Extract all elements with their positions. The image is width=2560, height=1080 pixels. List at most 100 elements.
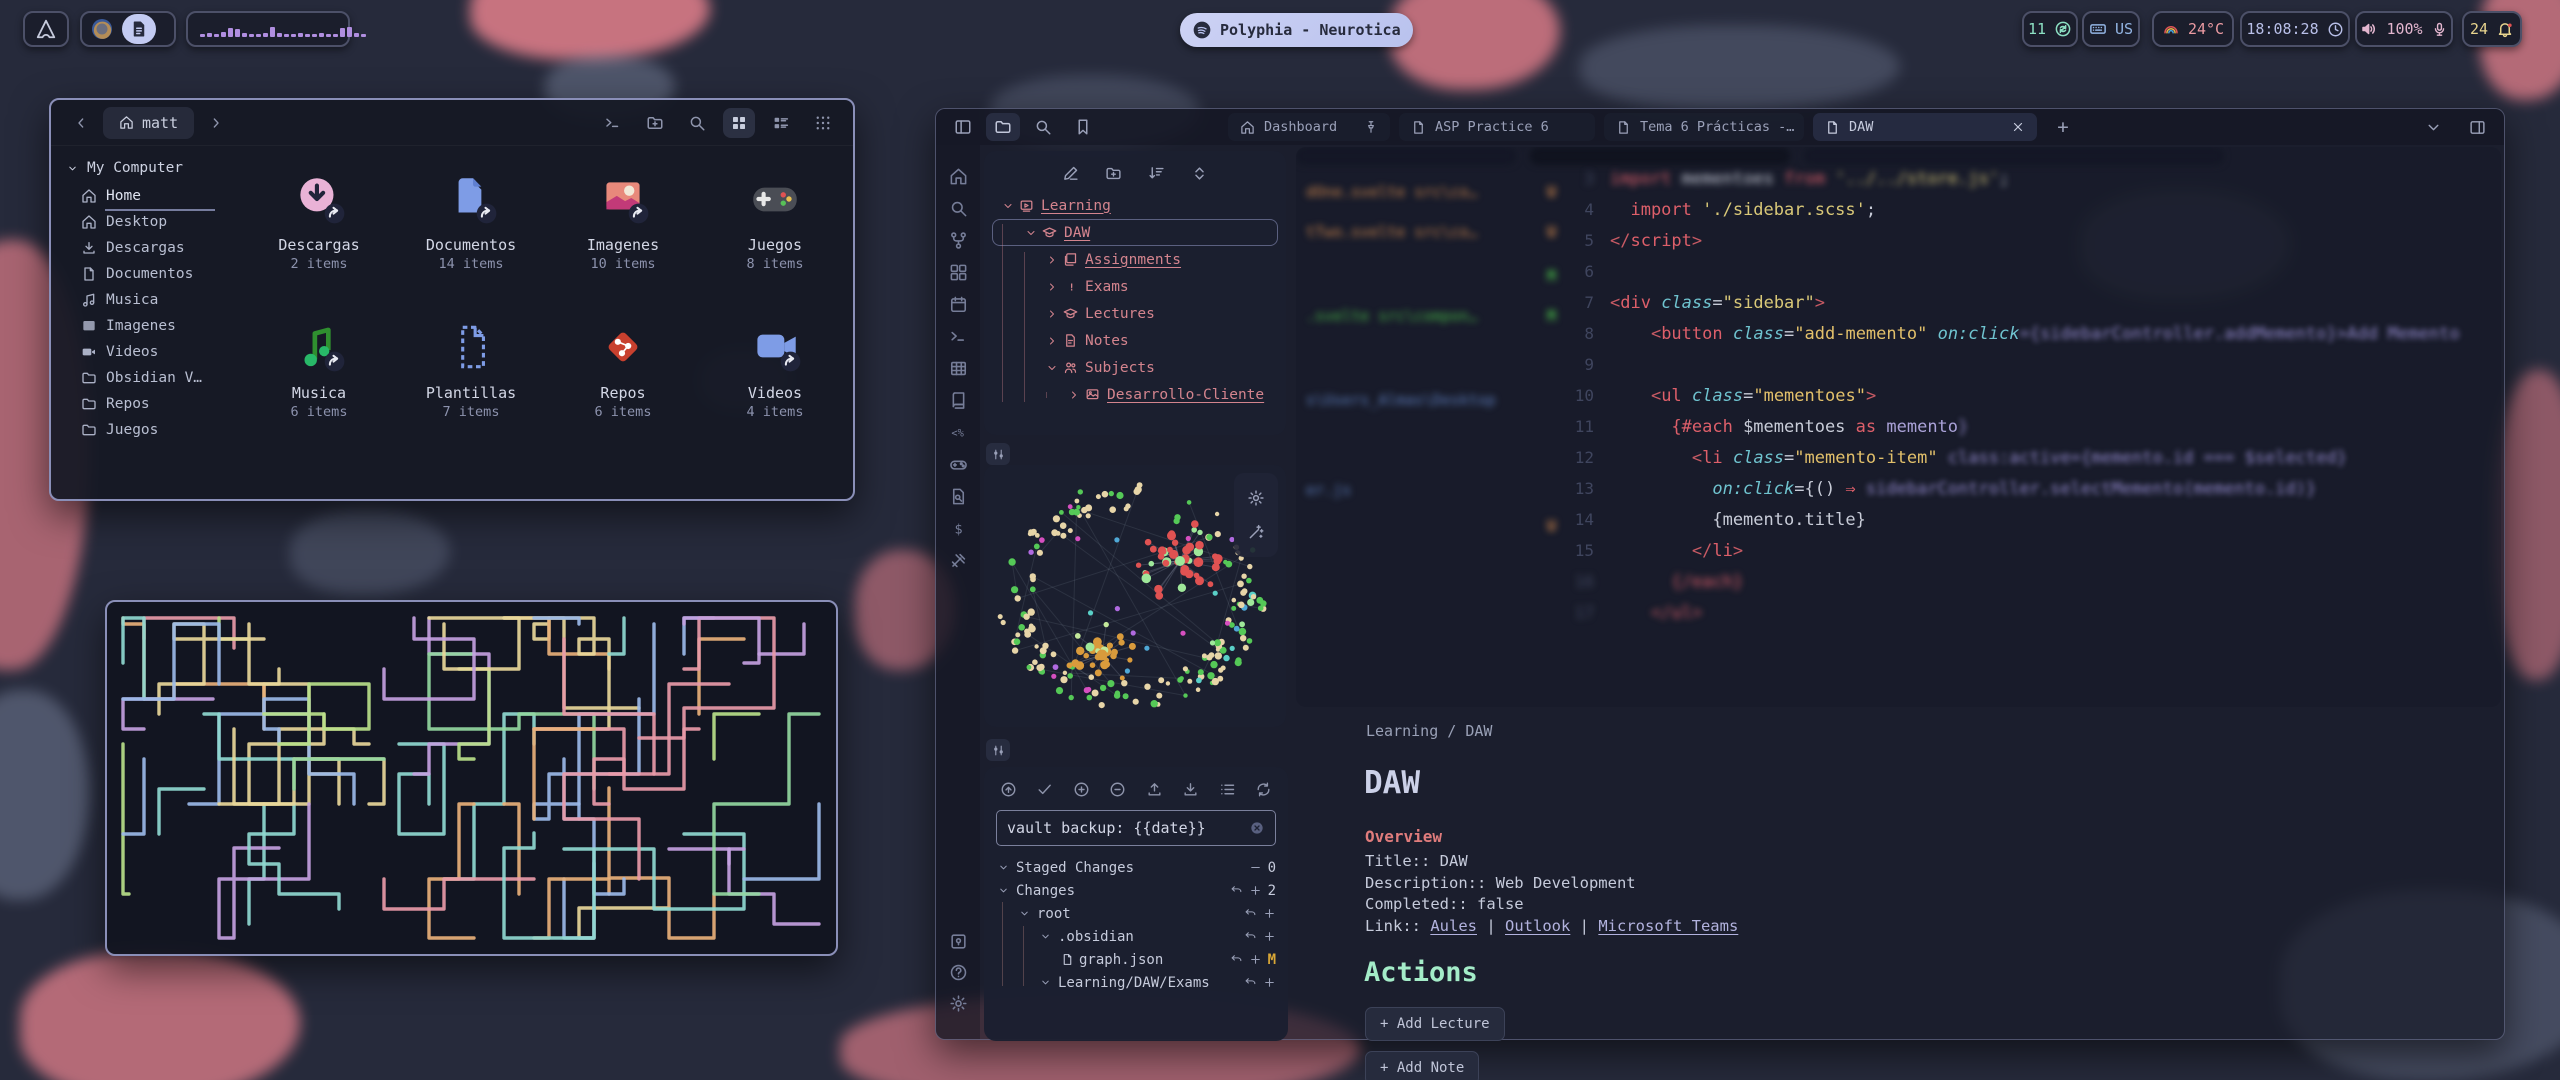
undo-action-icon[interactable] <box>1230 953 1243 966</box>
link-aules[interactable]: Aules <box>1430 917 1477 935</box>
search-button[interactable] <box>681 108 713 138</box>
collapsed-panel-button[interactable] <box>986 443 1010 465</box>
ribbon-code-template-icon[interactable]: <% <box>949 423 968 442</box>
tray-keyboard-layout[interactable]: US <box>2082 11 2140 47</box>
folder-videos[interactable]: Videos 4 items <box>699 318 851 466</box>
active-document-app[interactable] <box>122 14 156 44</box>
tree-item-notes[interactable]: Notes <box>992 327 1278 354</box>
ribbon-dollar-icon[interactable]: $ <box>949 519 968 538</box>
tree-item-subjects[interactable]: Subjects <box>992 354 1278 381</box>
folder-imagenes[interactable]: Imagenes 10 items <box>547 170 699 318</box>
git-commit-push-button[interactable] <box>1000 781 1017 798</box>
forward-button[interactable] <box>200 108 232 138</box>
breadcrumb[interactable]: matt <box>103 107 194 139</box>
folder-descargas[interactable]: Descargas 2 items <box>243 170 395 318</box>
git-check-button[interactable] <box>1036 781 1053 798</box>
sidebar-item-descargas[interactable]: Descargas <box>81 240 229 256</box>
git-row-changes[interactable]: Changes 2 <box>998 879 1288 902</box>
app-launcher-button[interactable] <box>23 11 69 47</box>
folder-button[interactable] <box>986 113 1020 141</box>
add-note-button[interactable]: + Add Note <box>1365 1051 1479 1080</box>
sidebar-item-home[interactable]: Home <box>81 188 229 204</box>
tab-daw[interactable]: DAW <box>1813 113 2037 141</box>
folder-documentos[interactable]: Documentos 14 items <box>395 170 547 318</box>
git-download-button[interactable] <box>1182 781 1199 798</box>
sidebar-item-imagenes[interactable]: Imagenes <box>81 318 229 334</box>
git-refresh-button[interactable] <box>1255 781 1272 798</box>
graph-wand-button[interactable] <box>1247 523 1265 541</box>
ribbon-terminal-icon[interactable] <box>949 327 968 346</box>
collapsed-panel-button-2[interactable] <box>986 739 1010 761</box>
ribbon-home-icon[interactable] <box>949 167 968 186</box>
pin-icon[interactable] <box>1364 120 1378 134</box>
ribbon-tools-icon[interactable] <box>949 551 968 570</box>
firefox-icon[interactable] <box>90 17 114 41</box>
add-lecture-button[interactable]: + Add Lecture <box>1365 1007 1505 1041</box>
folder-plus-button[interactable] <box>639 108 671 138</box>
git-row-staged-changes[interactable]: Staged Changes 0 <box>998 856 1288 879</box>
terminal-button[interactable] <box>597 108 629 138</box>
sidebar-item-desktop[interactable]: Desktop <box>81 214 229 230</box>
tree-item-assignments[interactable]: Assignments <box>992 246 1278 273</box>
plus-action-icon[interactable] <box>1249 953 1262 966</box>
git-upload-button[interactable] <box>1146 781 1163 798</box>
note-breadcrumb[interactable]: Learning / DAW <box>1366 721 1492 740</box>
tab-asp-practice-6[interactable]: ASP Practice 6 <box>1399 113 1595 141</box>
folder-musica[interactable]: Musica 6 items <box>243 318 395 466</box>
ribbon-git-graph-icon[interactable] <box>949 231 968 250</box>
git-plus-circle-button[interactable] <box>1073 781 1090 798</box>
plus-action-icon[interactable] <box>1263 976 1276 989</box>
plus-action-icon[interactable] <box>1263 930 1276 943</box>
folder-plantillas[interactable]: Plantillas 7 items <box>395 318 547 466</box>
tree-item-learning[interactable]: Learning <box>992 192 1278 219</box>
sidebar-item-obsidianv[interactable]: Obsidian V… <box>81 370 229 386</box>
plus-action-icon[interactable] <box>1263 907 1276 920</box>
sidebar-right-button[interactable] <box>2460 113 2494 141</box>
sidebar-item-repos[interactable]: Repos <box>81 396 229 412</box>
tray-weather[interactable]: 24°C <box>2152 11 2234 47</box>
undo-action-icon[interactable] <box>1244 976 1257 989</box>
new-tab-button[interactable]: + <box>2046 113 2080 141</box>
tree-item-exams[interactable]: !Exams <box>992 273 1278 300</box>
tree-item-daw[interactable]: DAW <box>992 219 1278 246</box>
ribbon-book-icon[interactable] <box>949 391 968 410</box>
folder-juegos[interactable]: Juegos 8 items <box>699 170 851 318</box>
tab-tema-6-pr-cticas-[interactable]: Tema 6 Prácticas -… <box>1604 113 1804 141</box>
collapse-all-button[interactable] <box>1191 165 1208 182</box>
undo-action-icon[interactable] <box>1244 907 1257 920</box>
tray-volume[interactable]: 100% <box>2355 11 2453 47</box>
ribbon-settings-icon[interactable] <box>949 994 968 1013</box>
ribbon-layout-grid-icon[interactable] <box>949 263 968 282</box>
ribbon-table-icon[interactable] <box>949 359 968 378</box>
git-minus-circle-button[interactable] <box>1109 781 1126 798</box>
sidebar-item-documentos[interactable]: Documentos <box>81 266 229 282</box>
minus-action-icon[interactable] <box>1249 861 1262 874</box>
new-note-button[interactable] <box>1062 165 1079 182</box>
now-playing-widget[interactable]: Polyphia - Neurotica <box>1180 13 1413 47</box>
git-list-button[interactable] <box>1219 781 1236 798</box>
link-microsoft-teams[interactable]: Microsoft Teams <box>1598 917 1738 935</box>
compact-view-button[interactable] <box>807 108 839 138</box>
folder-plus-button[interactable] <box>1105 165 1122 182</box>
git-row-learning-daw-exams[interactable]: Learning/DAW/Exams <box>998 971 1288 994</box>
sidebar-item-musica[interactable]: Musica <box>81 292 229 308</box>
sidebar-item-videos[interactable]: Videos <box>81 344 229 360</box>
sort-button[interactable] <box>1148 165 1165 182</box>
git-row--obsidian[interactable]: .obsidian <box>998 925 1288 948</box>
ribbon-vault-icon[interactable] <box>949 932 968 951</box>
tree-item-desarrollo-cliente[interactable]: Desarrollo-Cliente <box>992 381 1278 408</box>
tray-clock[interactable]: 18:08:28 <box>2240 11 2350 47</box>
link-outlook[interactable]: Outlook <box>1505 917 1570 935</box>
plus-action-icon[interactable] <box>1249 884 1262 897</box>
sidebar-item-juegos[interactable]: Juegos <box>81 422 229 438</box>
undo-action-icon[interactable] <box>1230 884 1243 897</box>
sidebar-left-button[interactable] <box>946 113 980 141</box>
tray-updates[interactable]: 11 <box>2022 11 2078 47</box>
git-row-graph-json[interactable]: graph.json M <box>998 948 1288 971</box>
chevron-down-button[interactable] <box>2416 113 2450 141</box>
sidebar-root[interactable]: My Computer <box>67 160 229 176</box>
ribbon-gamepad-icon[interactable] <box>949 455 968 474</box>
clear-icon[interactable] <box>1249 820 1265 836</box>
commit-message-input[interactable]: vault backup: {{date}} <box>996 810 1276 846</box>
graph-settings-button[interactable] <box>1247 489 1265 507</box>
